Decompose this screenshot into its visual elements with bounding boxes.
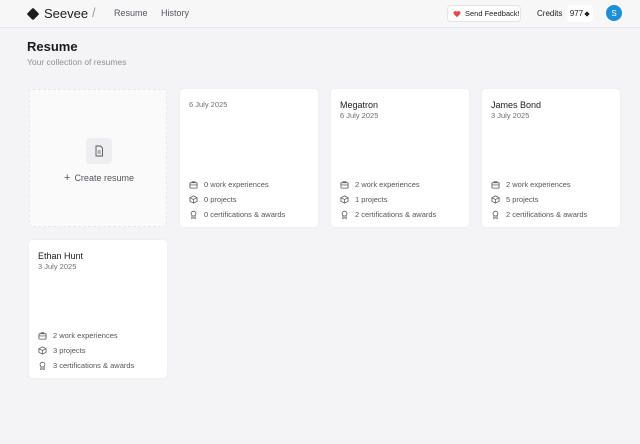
- award-icon: [39, 361, 46, 370]
- resume-name: Megatron: [340, 100, 379, 110]
- resume-card[interactable]: Megatron 6 July 2025 2 work experiences …: [331, 89, 469, 227]
- projects-text: 5 projects: [506, 195, 539, 204]
- briefcase-icon: [491, 181, 500, 189]
- work-experiences-text: 2 work experiences: [355, 180, 420, 189]
- work-experiences-text: 2 work experiences: [53, 331, 118, 340]
- plus-icon: +: [64, 172, 71, 184]
- projects-stat: 3 projects: [38, 346, 86, 355]
- create-resume-card[interactable]: + Create resume: [29, 89, 167, 227]
- work-experiences-stat: 2 work experiences: [340, 180, 420, 189]
- award-icon: [190, 210, 197, 219]
- diamond-icon: [584, 10, 590, 17]
- brand-name[interactable]: Seevee: [44, 6, 88, 21]
- projects-text: 3 projects: [53, 346, 86, 355]
- box-icon: [491, 195, 500, 204]
- logo-icon[interactable]: [26, 7, 40, 21]
- resume-card[interactable]: 6 July 2025 0 work experiences 0 project…: [180, 89, 318, 227]
- send-feedback-label: Send Feedback!: [465, 9, 520, 18]
- briefcase-icon: [340, 181, 349, 189]
- projects-stat: 5 projects: [491, 195, 539, 204]
- document-icon: [95, 145, 103, 157]
- certifications-stat: 0 certifications & awards: [189, 210, 285, 219]
- projects-text: 1 projects: [355, 195, 388, 204]
- page-subtitle: Your collection of resumes: [27, 57, 127, 67]
- resume-date: 6 July 2025: [340, 111, 379, 120]
- nav-resume-link[interactable]: Resume: [114, 8, 148, 18]
- briefcase-icon: [189, 181, 198, 189]
- resume-name: James Bond: [491, 100, 542, 110]
- work-experiences-text: 0 work experiences: [204, 180, 269, 189]
- resume-name: Ethan Hunt: [38, 251, 84, 261]
- certifications-text: 0 certifications & awards: [204, 210, 286, 219]
- certifications-stat: 3 certifications & awards: [38, 361, 134, 370]
- certifications-text: 2 certifications & awards: [355, 210, 437, 219]
- work-experiences-stat: 0 work experiences: [189, 180, 269, 189]
- projects-stat: 0 projects: [189, 195, 237, 204]
- create-icon-box: [86, 138, 112, 164]
- credits-label: Credits: [537, 9, 563, 18]
- breadcrumb-separator: /: [92, 5, 96, 20]
- page-title: Resume: [27, 39, 78, 54]
- work-experiences-stat: 2 work experiences: [38, 331, 118, 340]
- create-resume-label: + Create resume: [64, 172, 134, 184]
- top-bar: Seevee / Resume History Send Feedback! C…: [0, 0, 640, 28]
- nav-history-link[interactable]: History: [161, 8, 189, 18]
- work-experiences-stat: 2 work experiences: [491, 180, 571, 189]
- award-icon: [341, 210, 348, 219]
- resume-date: 3 July 2025: [38, 262, 77, 271]
- avatar[interactable]: S: [606, 5, 622, 21]
- certifications-stat: 2 certifications & awards: [491, 210, 587, 219]
- briefcase-icon: [38, 332, 47, 340]
- certifications-stat: 2 certifications & awards: [340, 210, 436, 219]
- resume-date: 3 July 2025: [491, 111, 530, 120]
- credits-balance[interactable]: 977: [567, 5, 593, 22]
- box-icon: [38, 346, 47, 355]
- box-icon: [340, 195, 349, 204]
- send-feedback-button[interactable]: Send Feedback!: [447, 5, 521, 22]
- projects-stat: 1 projects: [340, 195, 388, 204]
- credits-value: 977: [569, 9, 584, 18]
- work-experiences-text: 2 work experiences: [506, 180, 571, 189]
- heart-icon: [453, 10, 461, 17]
- certifications-text: 2 certifications & awards: [506, 210, 588, 219]
- certifications-text: 3 certifications & awards: [53, 361, 135, 370]
- create-resume-text: Create resume: [74, 173, 134, 183]
- resume-date: 6 July 2025: [189, 100, 228, 109]
- award-icon: [492, 210, 499, 219]
- resume-card[interactable]: James Bond 3 July 2025 2 work experience…: [482, 89, 620, 227]
- box-icon: [189, 195, 198, 204]
- avatar-initial: S: [611, 8, 617, 18]
- projects-text: 0 projects: [204, 195, 237, 204]
- resume-card[interactable]: Ethan Hunt 3 July 2025 2 work experience…: [29, 240, 167, 378]
